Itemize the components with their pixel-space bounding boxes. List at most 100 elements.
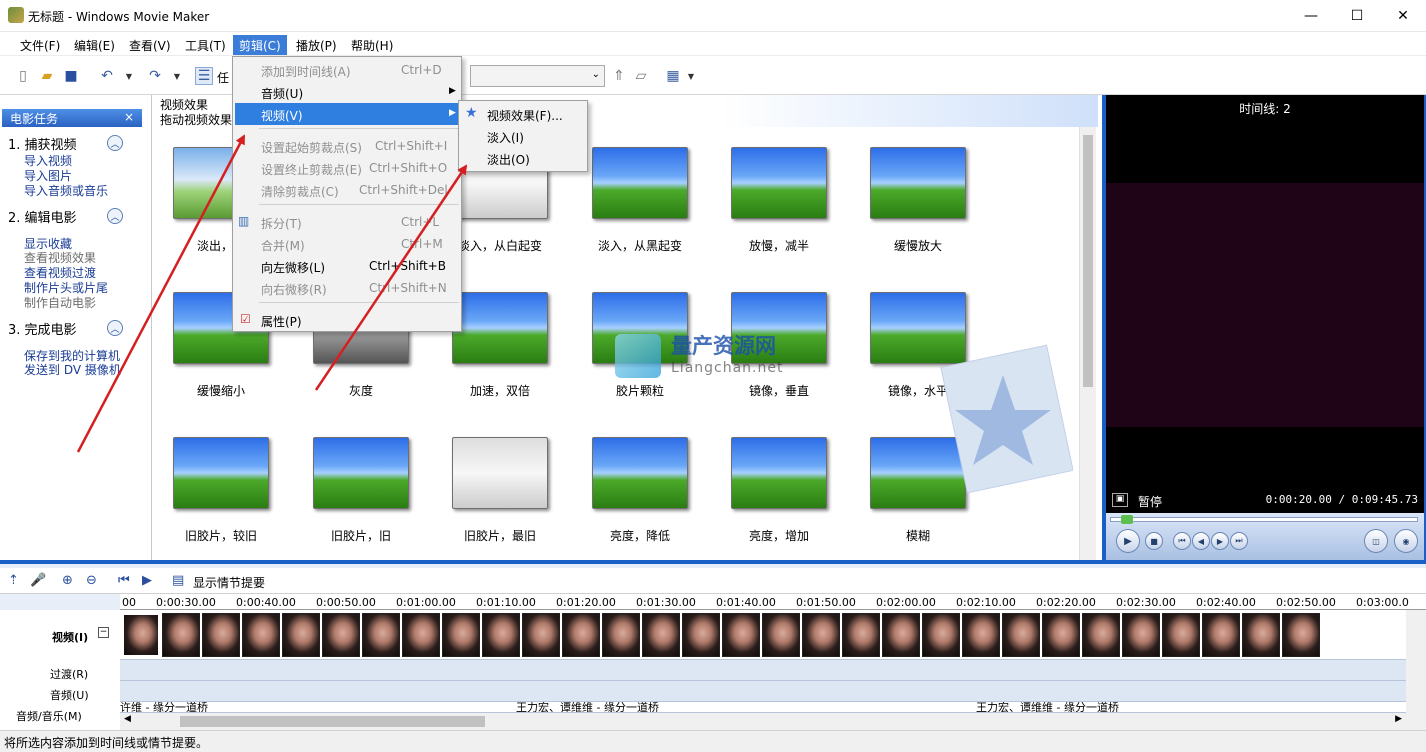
menu-play[interactable]: 播放(P) [290, 35, 343, 55]
view-dropdown-icon[interactable]: ▼ [682, 67, 700, 85]
menu-clip[interactable]: 剪辑(C) [233, 35, 287, 55]
scrollbar-thumb[interactable] [180, 716, 485, 727]
collapse-track-icon[interactable]: − [98, 627, 109, 638]
undo-dropdown-icon[interactable]: ▼ [120, 67, 138, 85]
watermark: 量产资源网 Liangchan.net [615, 330, 825, 405]
tasks-label[interactable]: 任 [217, 69, 229, 86]
menu-item-properties[interactable]: ☑ 属性(P) [235, 309, 461, 331]
collapse-icon[interactable]: ︿ [107, 320, 123, 336]
vertical-scrollbar[interactable] [1079, 127, 1096, 560]
menu-file[interactable]: 文件(F) [14, 35, 66, 55]
take-picture-button[interactable]: ◉ [1394, 529, 1418, 553]
next-frame-button[interactable]: ⏭ [1230, 532, 1248, 550]
close-button[interactable]: ✕ [1380, 0, 1426, 32]
music-clip[interactable]: 王力宏、谭维维 - 缘分一道桥 [976, 702, 1119, 712]
section-finish[interactable]: 3. 完成电影 [8, 319, 77, 338]
automovie-link[interactable]: 制作自动电影 [24, 294, 96, 311]
import-audio-link[interactable]: 导入音频或音乐 [24, 182, 108, 199]
menu-item-set-start-trim[interactable]: 设置起始剪裁点(S) Ctrl+Shift+I [235, 135, 461, 157]
new-collection-icon[interactable]: ▱ [632, 67, 650, 85]
window-title: 无标题 - Windows Movie Maker [28, 10, 210, 24]
video-frame-thumbnail [802, 613, 840, 657]
seek-bar[interactable] [1110, 515, 1418, 524]
play-timeline-icon[interactable]: ▶ [142, 573, 152, 588]
zoom-in-icon[interactable]: ⊕ [62, 573, 73, 588]
split-clip-button[interactable]: ◫ [1364, 529, 1388, 553]
music-clip[interactable]: 许维 - 缘分一道桥 [120, 702, 208, 712]
menu-item-combine[interactable]: 合并(M) Ctrl+M [235, 233, 461, 255]
tasks-icon[interactable]: ☰ [195, 67, 213, 85]
up-folder-icon[interactable]: ⇑ [610, 67, 628, 85]
view-icon[interactable]: ▦ [664, 67, 682, 85]
section-capture[interactable]: 1. 捕获视频 [8, 134, 77, 153]
menu-item-nudge-left[interactable]: 向左微移(L) Ctrl+Shift+B [235, 255, 461, 277]
menu-tools[interactable]: 工具(T) [179, 35, 232, 55]
menu-item-fade-in[interactable]: 淡入(I) [461, 125, 587, 147]
menu-view[interactable]: 查看(V) [123, 35, 177, 55]
star-watermark-icon [940, 344, 1073, 494]
rewind-timeline-icon[interactable]: ⏮ [118, 573, 130, 588]
rewind-button[interactable]: ◀ [1192, 532, 1210, 550]
video-frame-thumbnail[interactable] [122, 613, 160, 657]
show-storyboard-button[interactable]: 显示情节提要 [193, 574, 265, 591]
music-track[interactable]: 许维 - 缘分一道桥 王力宏、谭维维 - 缘分一道桥 王力宏、谭维维 - 缘分一… [120, 702, 1406, 713]
open-folder-icon[interactable]: ▰ [38, 67, 56, 85]
menu-help[interactable]: 帮助(H) [345, 35, 399, 55]
ruler-tick-label: 0:00:50.00 [316, 596, 376, 609]
previous-frame-button[interactable]: ⏮ [1173, 532, 1191, 550]
ruler-tick-label: 0:01:50.00 [796, 596, 856, 609]
storyboard-icon[interactable]: ▤ [172, 573, 184, 588]
audio-track[interactable] [120, 681, 1406, 702]
menu-item-add-to-timeline[interactable]: 添加到时间线(A) Ctrl+D [235, 59, 461, 81]
save-icon[interactable]: ■ [62, 67, 80, 85]
ruler-tick-label: 0:02:20.00 [1036, 596, 1096, 609]
timeline-horizontal-scrollbar[interactable]: ◀ ▶ [120, 713, 1406, 730]
close-pane-icon[interactable]: × [124, 110, 134, 124]
effect-thumbnail[interactable] [731, 147, 827, 219]
effect-thumbnail[interactable] [731, 437, 827, 509]
send-to-dv-link[interactable]: 发送到 DV 摄像机 [24, 361, 121, 378]
redo-dropdown-icon[interactable]: ▼ [168, 67, 186, 85]
effect-thumbnail[interactable] [313, 437, 409, 509]
set-audio-levels-icon[interactable]: ⇡ [8, 573, 19, 588]
video-track[interactable] [120, 610, 1406, 660]
menu-item-nudge-right[interactable]: 向右微移(R) Ctrl+Shift+N [235, 277, 461, 299]
scroll-right-icon[interactable]: ▶ [1395, 714, 1402, 724]
forward-button[interactable]: ▶ [1211, 532, 1229, 550]
collections-dropdown[interactable]: ⌄ [470, 65, 605, 87]
effect-thumbnail[interactable] [870, 147, 966, 219]
scroll-left-icon[interactable]: ◀ [124, 714, 131, 724]
menu-item-fade-out[interactable]: 淡出(O) [461, 147, 587, 169]
music-clip[interactable]: 王力宏、谭维维 - 缘分一道桥 [516, 702, 659, 712]
zoom-out-icon[interactable]: ⊖ [86, 573, 97, 588]
timeline-vertical-scrollbar[interactable] [1406, 610, 1426, 730]
menu-item-clear-trim[interactable]: 清除剪裁点(C) Ctrl+Shift+Del [235, 179, 461, 201]
menu-edit[interactable]: 编辑(E) [68, 35, 121, 55]
collapse-icon[interactable]: ︿ [107, 208, 123, 224]
narrate-icon[interactable]: 🎤 [30, 573, 46, 588]
timeline-label: 时间线: 2 [1106, 95, 1424, 121]
collapse-icon[interactable]: ︿ [107, 135, 123, 151]
menu-item-video-effects[interactable]: ★ 视频效果(F)... [461, 103, 587, 125]
stop-button[interactable]: ■ [1145, 532, 1163, 550]
effect-thumbnail[interactable] [452, 292, 548, 364]
effect-thumbnail[interactable] [173, 437, 269, 509]
new-file-icon[interactable]: ▯ [14, 67, 32, 85]
menu-item-set-end-trim[interactable]: 设置终止剪裁点(E) Ctrl+Shift+O [235, 157, 461, 179]
minimize-button[interactable]: — [1288, 0, 1334, 32]
transition-track[interactable] [120, 660, 1406, 681]
effect-thumbnail[interactable] [452, 437, 548, 509]
menu-item-audio[interactable]: 音频(U) ▶ [235, 81, 461, 103]
effect-thumbnail[interactable] [592, 437, 688, 509]
section-edit[interactable]: 2. 编辑电影 [8, 207, 77, 226]
menu-item-video[interactable]: 视频(V) ▶ [235, 103, 461, 125]
undo-icon[interactable]: ↶ [98, 67, 116, 85]
maximize-button[interactable]: ☐ [1334, 0, 1380, 32]
redo-icon[interactable]: ↷ [146, 67, 164, 85]
fullscreen-icon[interactable]: ▣ [1112, 493, 1128, 507]
effect-thumbnail[interactable] [592, 147, 688, 219]
menu-item-split[interactable]: ▥ 拆分(T) Ctrl+L [235, 211, 461, 233]
seek-thumb[interactable] [1121, 515, 1133, 524]
scrollbar-thumb[interactable] [1083, 135, 1093, 387]
play-button[interactable]: ▶ [1116, 529, 1140, 553]
